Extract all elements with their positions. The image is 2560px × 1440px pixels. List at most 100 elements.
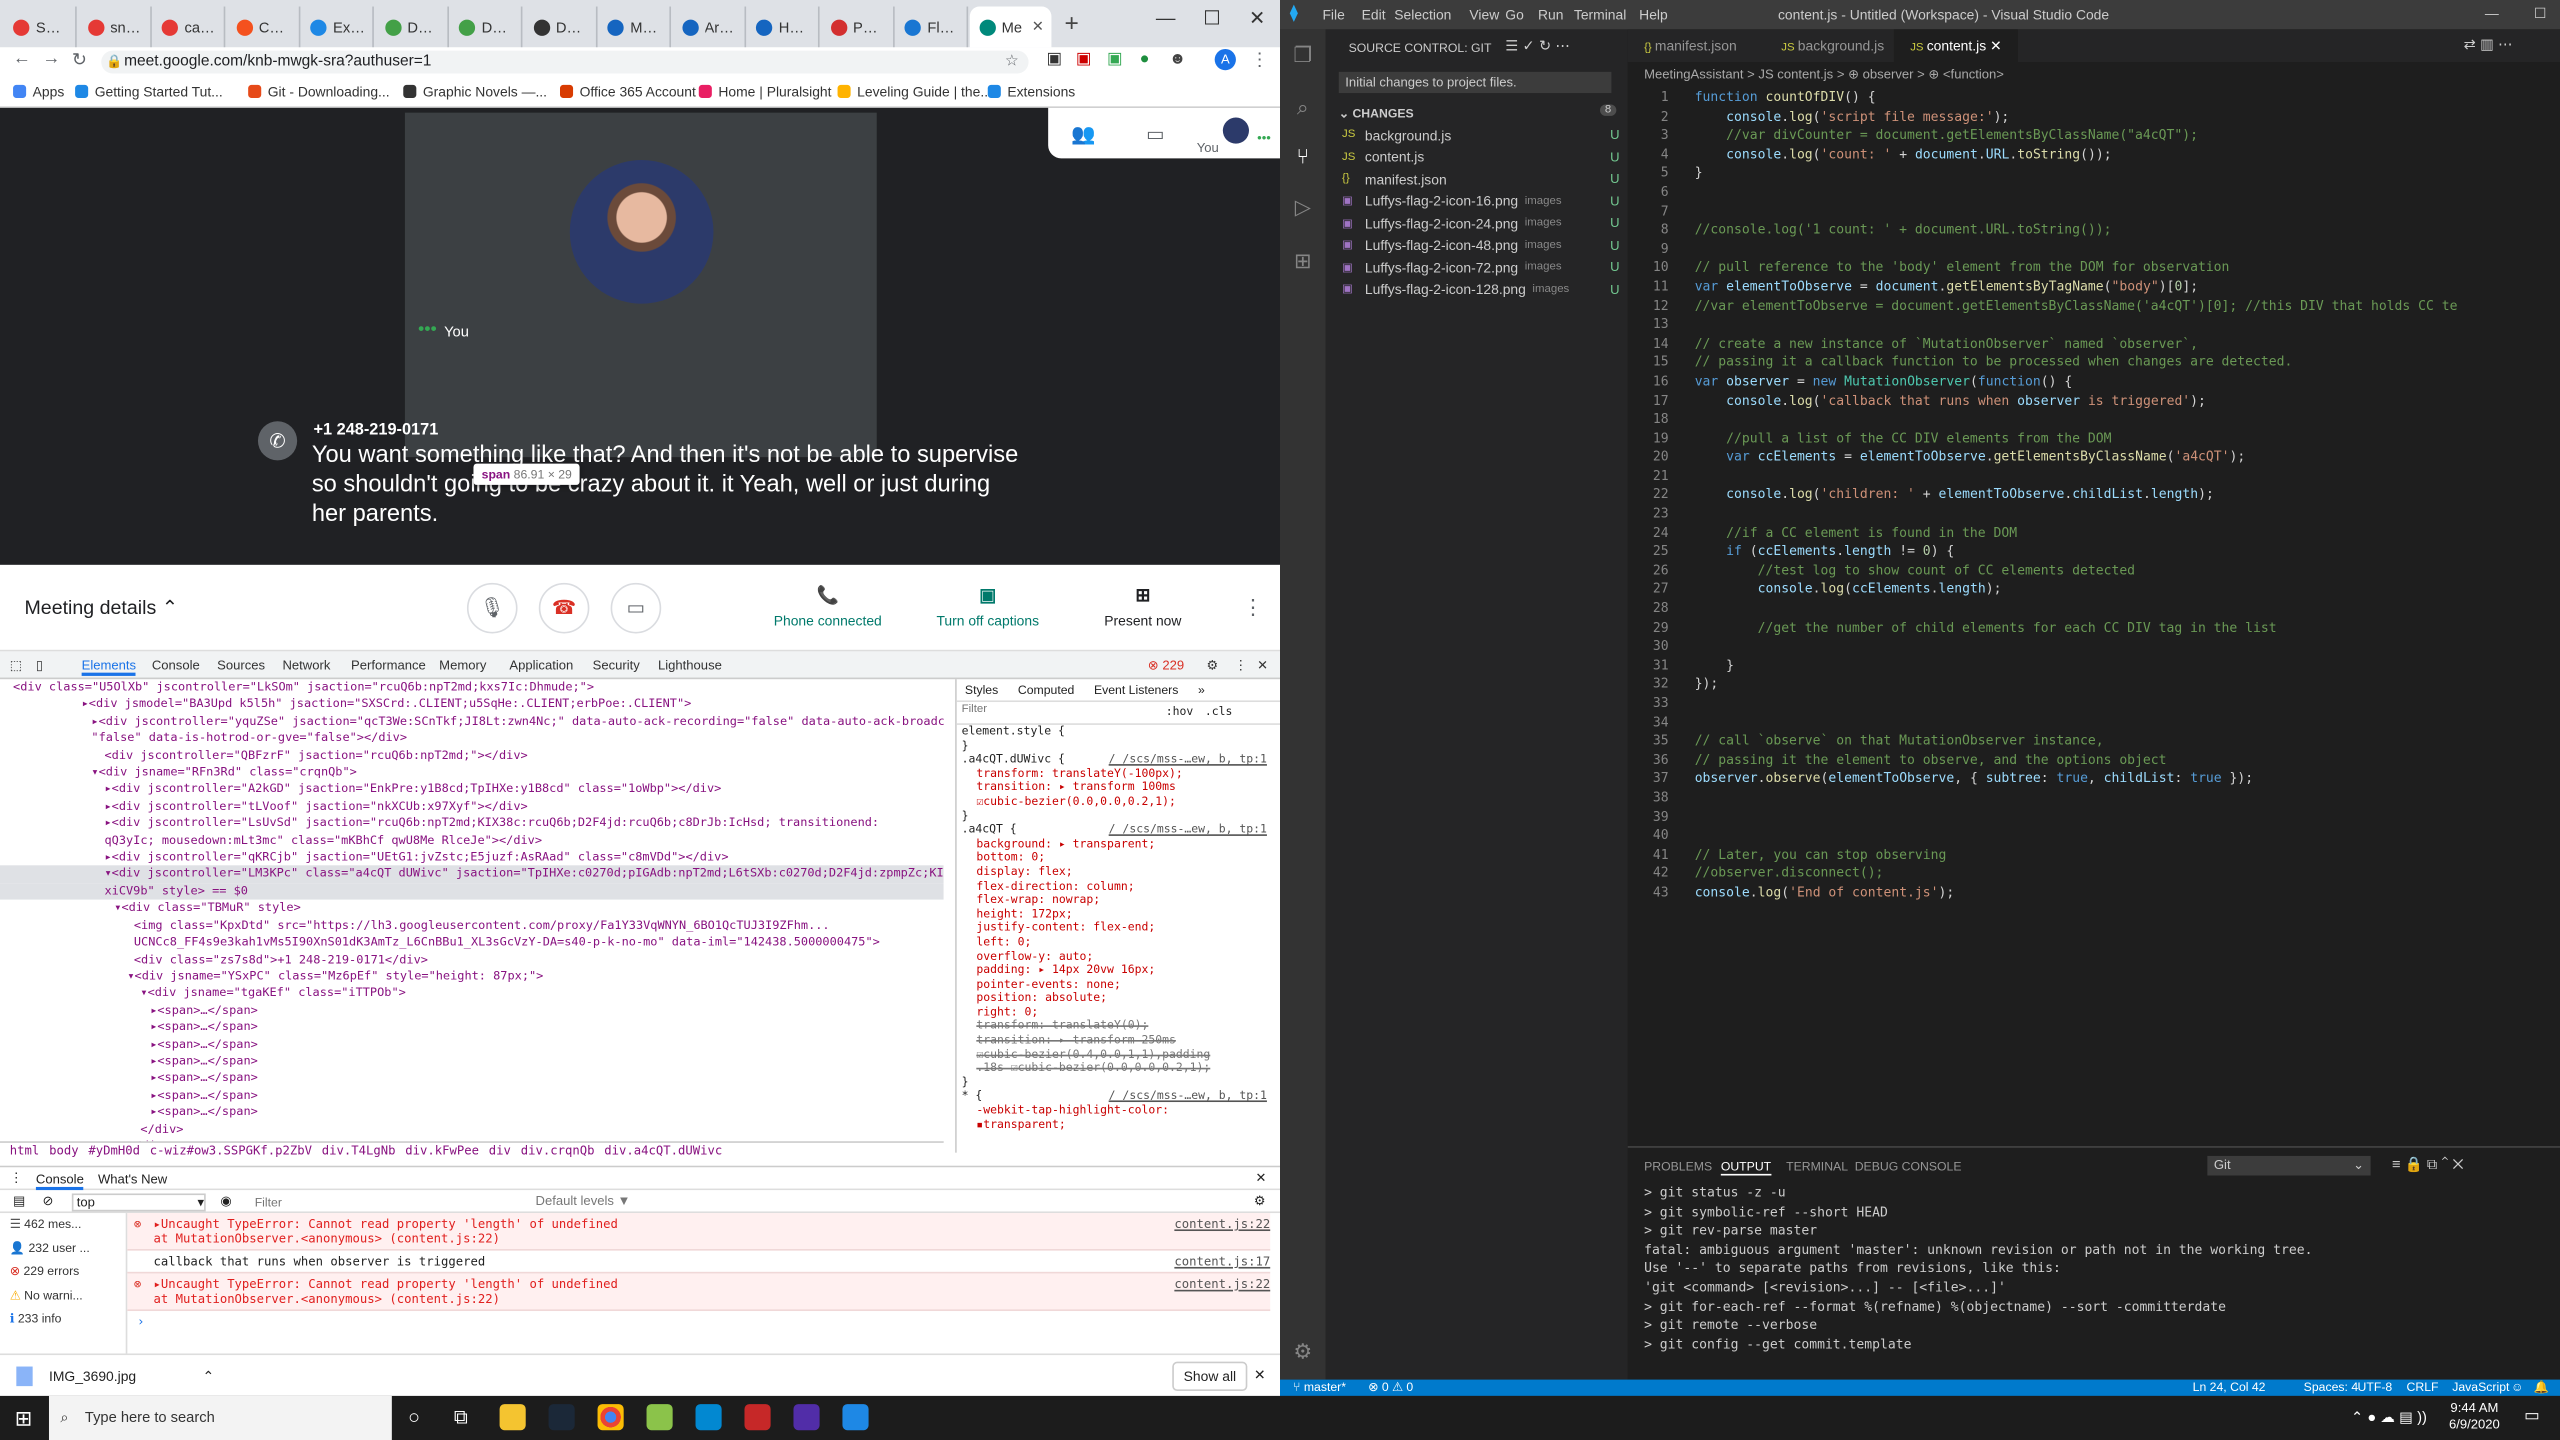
styles-tab[interactable]: Styles [965, 683, 998, 698]
more-icon[interactable]: ••• [418, 320, 437, 340]
meeting-details[interactable]: Meeting details ⌃ [24, 596, 178, 619]
debug-icon[interactable]: ▷ [1290, 194, 1316, 220]
changed-file[interactable]: ▣ Luffys-flag-2-icon-72.png images U [1342, 256, 1620, 277]
browser-tab[interactable]: Mutat [598, 6, 672, 48]
devtools-tab-performance[interactable]: Performance [351, 658, 426, 673]
panel-tab-debug-console[interactable]: DEBUG CONSOLE [1855, 1159, 1962, 1174]
devtools-tab-network[interactable]: Network [282, 658, 330, 673]
cursor-position[interactable]: Ln 24, Col 42 [2193, 1380, 2266, 1395]
present-button[interactable]: ⊞ Present now [1084, 584, 1202, 628]
menu-view[interactable]: View [1469, 7, 1499, 23]
dom-node[interactable]: ▸<div jsmodel="BA3Upd k5l5h" jsaction="S… [0, 696, 944, 713]
address-bar[interactable]: 🔒 meet.google.com/knb-mwgk-sra?authuser=… [101, 50, 1029, 74]
editor-tab[interactable]: {} manifest.json [1628, 29, 1753, 62]
dom-node[interactable]: <img class="KpxDtd" src="https://lh3.goo… [0, 917, 944, 934]
dom-node[interactable]: ▸<span>…</span> [0, 1019, 944, 1036]
clock[interactable]: 9:44 AM 6/9/2020 [2449, 1401, 2500, 1434]
console-source-link[interactable]: content.js:22 [1174, 1216, 1270, 1231]
dom-node[interactable]: UCNCc8_FF4s9e3kah1vMs5I90XnS01dK3AmTz_L6… [0, 934, 944, 951]
dom-node[interactable]: ▸<span>…</span> [0, 1002, 944, 1019]
source-control-icon[interactable]: ⑂ [1290, 144, 1316, 170]
explorer-icon[interactable]: ❐ [1290, 42, 1316, 68]
close-devtools-icon[interactable]: ✕ [1257, 658, 1268, 673]
app-icon[interactable] [793, 1404, 820, 1431]
dom-node[interactable]: ▸<span>…</span> [0, 1036, 944, 1053]
breadcrumb-item[interactable]: html [10, 1143, 39, 1158]
minimize-icon[interactable]: — [2485, 5, 2499, 21]
chat-icon[interactable]: ▭ [1146, 122, 1165, 145]
breadcrumb-item[interactable]: #yDmH0d [88, 1143, 140, 1158]
bookmark-item[interactable]: Office 365 Account [560, 83, 696, 100]
encoding-status[interactable]: UTF-8 [2358, 1380, 2393, 1395]
show-all-button[interactable]: Show all [1172, 1361, 1248, 1392]
back-icon[interactable]: ← [13, 49, 31, 69]
bookmark-item[interactable]: Getting Started Tut... [75, 83, 223, 100]
panel-actions-icon[interactable]: ≡ 🔒 ⧉ ⌃ ✕ [2392, 1156, 2464, 1174]
console-sidebar-item[interactable]: ⚠ No warni... [0, 1284, 126, 1308]
dom-node[interactable]: <div jscontroller="QBFzrF" jsaction="rcu… [0, 747, 944, 764]
browser-tab[interactable]: Exten [300, 6, 374, 48]
breadcrumb-item[interactable]: div.kFwPee [405, 1143, 479, 1158]
reload-icon[interactable]: ↻ [72, 49, 87, 71]
browser-tab[interactable]: DOM [375, 6, 449, 48]
console-prompt[interactable]: › [127, 1311, 1270, 1332]
bell-icon[interactable]: 🔔 [2534, 1380, 2549, 1395]
browser-tab[interactable]: Delay [523, 6, 597, 48]
indent-status[interactable]: Spaces: 4 [2304, 1380, 2358, 1395]
changed-file[interactable]: JS content.js U [1342, 146, 1620, 167]
dom-node[interactable]: ▸<span>…</span> [0, 1087, 944, 1104]
console-source-link[interactable]: content.js:17 [1174, 1254, 1270, 1269]
notification-icon[interactable]: ▭ [2524, 1407, 2539, 1425]
eye-icon[interactable]: ◉ [220, 1193, 231, 1208]
bookmark-item[interactable]: Apps [13, 83, 64, 100]
editor-tab[interactable]: JS background.js [1765, 29, 1901, 62]
changes-header[interactable]: ⌄ CHANGES [1339, 106, 1414, 121]
changed-file[interactable]: JS background.js U [1342, 124, 1620, 145]
eol-status[interactable]: CRLF [2407, 1380, 2439, 1395]
sc-actions[interactable]: ☰ ✓ ↻ ⋯ [1505, 38, 1570, 56]
dom-node[interactable]: ▸<span>…</span> [0, 1053, 944, 1070]
people-icon[interactable]: 👥 [1071, 122, 1095, 145]
language-status[interactable]: JavaScript [2452, 1380, 2509, 1395]
browser-tab[interactable]: HTML [746, 6, 820, 48]
breadcrumb-item[interactable]: div [489, 1143, 511, 1158]
extension-icon[interactable]: ▣ [1047, 51, 1062, 69]
console-filter-input[interactable] [254, 1193, 516, 1210]
forward-icon[interactable]: → [42, 49, 60, 69]
extensions-icon[interactable]: ⊞ [1290, 248, 1316, 274]
dom-node[interactable]: <div class="zs7s8d">+1 248-219-0171</div… [0, 951, 944, 968]
cortana-icon[interactable]: ○ [408, 1406, 420, 1429]
browser-tab[interactable]: Snapp [3, 6, 77, 48]
branch-status[interactable]: ⑂ master* [1293, 1380, 1346, 1395]
styles-tab[interactable]: Computed [1018, 683, 1075, 698]
app-icon[interactable] [695, 1404, 722, 1431]
close-tab-icon[interactable]: ✕ [1986, 38, 2002, 54]
devtools-tab-application[interactable]: Application [509, 658, 573, 673]
browser-tab[interactable]: Conte [226, 6, 300, 48]
styles-tab[interactable]: Event Listeners [1094, 683, 1178, 698]
dom-node[interactable]: ▾<div jsname="YSxPC" class="Mz6pEf" styl… [0, 968, 944, 985]
browser-tab[interactable]: Flat C [895, 6, 969, 48]
context-select[interactable]: top ▾ [71, 1193, 206, 1212]
task-view-icon[interactable]: ⧉ [454, 1406, 468, 1430]
chevron-up-icon[interactable]: ⌃ [202, 1368, 214, 1386]
browser-tab[interactable]: Peter [820, 6, 894, 48]
devtools-tab-sources[interactable]: Sources [217, 658, 265, 673]
captions-button[interactable]: ▣ Turn off captions [921, 584, 1055, 628]
browser-tab[interactable]: snapp [78, 6, 152, 48]
devtools-tab-security[interactable]: Security [593, 658, 640, 673]
menu-help[interactable]: Help [1639, 7, 1668, 23]
devtools-tab-memory[interactable]: Memory [439, 658, 486, 673]
menu-icon[interactable]: ⋮ [1251, 49, 1269, 71]
dom-node[interactable]: ▸<div jscontroller="tLVoof" jsaction="nk… [0, 798, 944, 815]
drawer-menu-icon[interactable]: ⋮ [10, 1171, 23, 1186]
steam-icon[interactable] [548, 1404, 575, 1431]
devtools-tab-console[interactable]: Console [152, 658, 200, 673]
problems-status[interactable]: ⊗ 0 ⚠ 0 [1368, 1380, 1413, 1395]
editor-tab[interactable]: JS content.js ✕ [1893, 29, 2018, 63]
menu-go[interactable]: Go [1505, 7, 1524, 23]
styles-tab[interactable]: » [1198, 683, 1205, 698]
dom-node[interactable]: qQ3yIc; mousedown:mLt3mc" class="mKBhCf … [0, 832, 944, 849]
taskbar-search[interactable]: ⌕ Type here to search [48, 1395, 392, 1440]
dom-node[interactable]: xiCV9b" style> == $0 [0, 883, 944, 901]
